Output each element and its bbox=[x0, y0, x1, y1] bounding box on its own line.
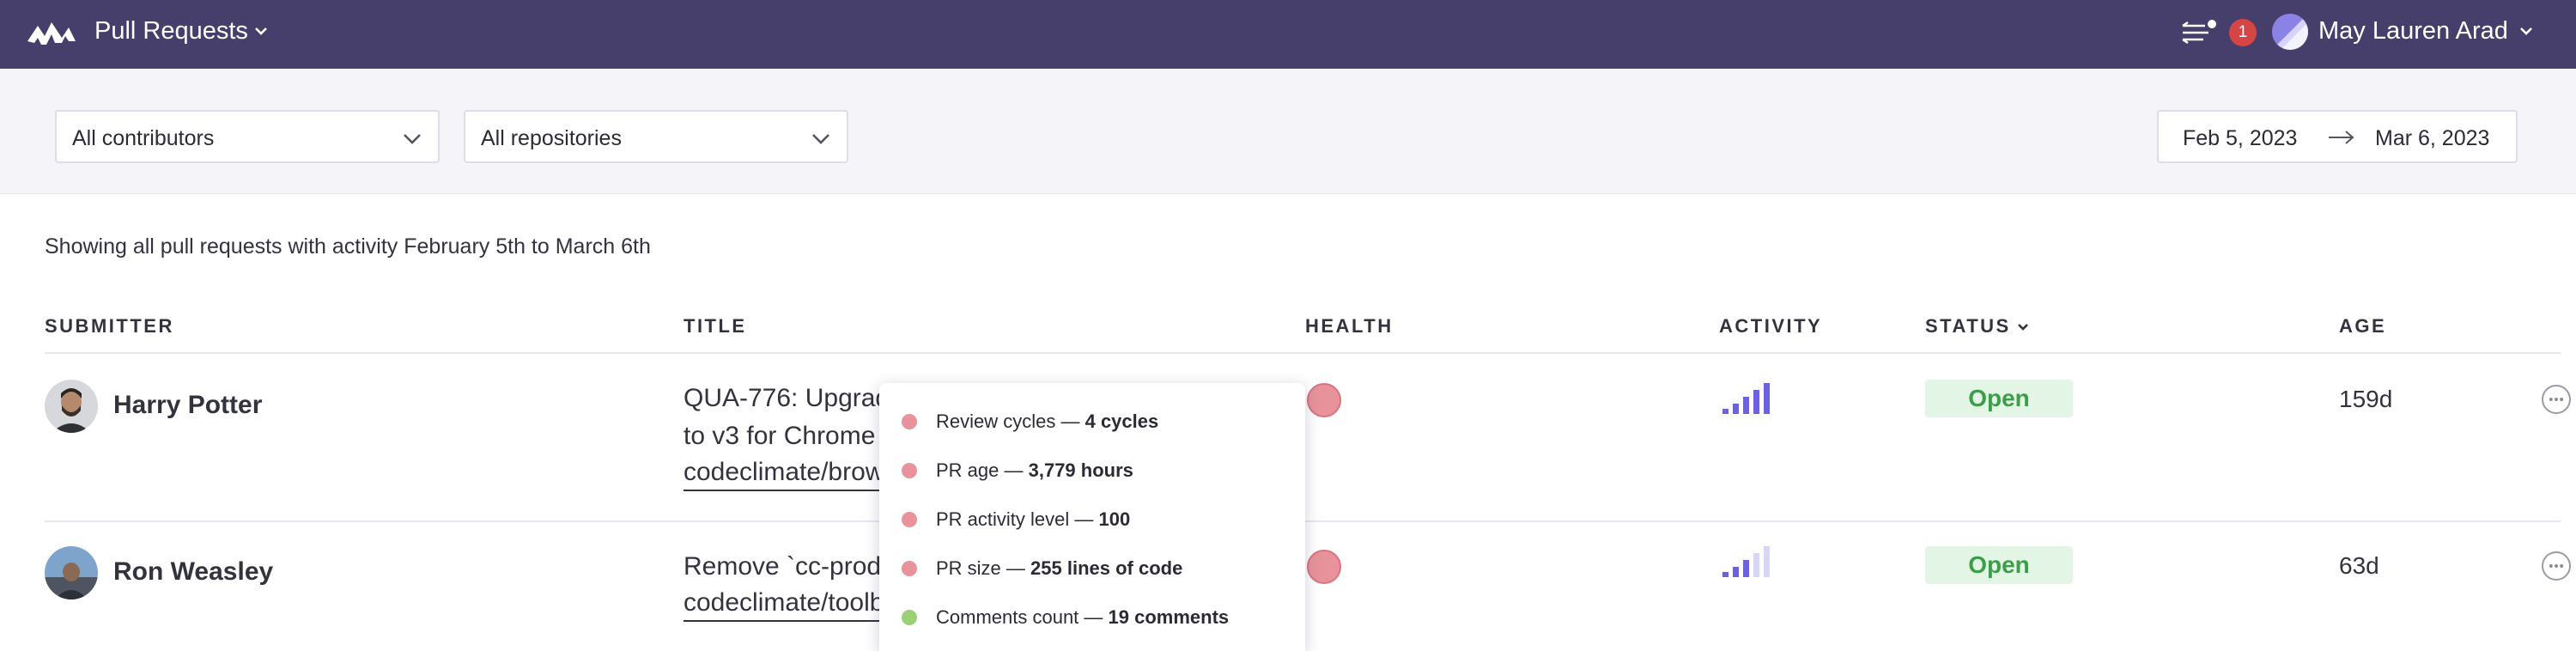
pr-age: 159d bbox=[2339, 386, 2393, 412]
tooltip-value: 3,779 hours bbox=[1028, 459, 1133, 481]
status-badge: Open bbox=[1925, 380, 2073, 417]
notifications-icon[interactable] bbox=[2179, 17, 2217, 48]
pr-repo-link[interactable]: codeclimate/browser bbox=[683, 455, 881, 491]
column-header-health[interactable]: HEALTH bbox=[1305, 314, 1394, 338]
status-dot-icon bbox=[902, 414, 917, 429]
date-range-picker[interactable]: Feb 5, 2023 Mar 6, 2023 bbox=[2157, 110, 2518, 163]
code-climate-logo-icon[interactable] bbox=[26, 15, 77, 46]
status-dot-icon bbox=[902, 463, 917, 478]
date-to[interactable]: Mar 6, 2023 bbox=[2375, 125, 2489, 151]
tooltip-label: Review cycles — bbox=[936, 411, 1085, 432]
submitter-photo-icon bbox=[45, 380, 98, 433]
arrow-right-icon bbox=[2329, 131, 2354, 144]
submitter-name[interactable]: Harry Potter bbox=[113, 390, 262, 421]
chevron-down-icon bbox=[2017, 324, 2028, 332]
top-bar: Pull Requests 1 May Lauren Arad bbox=[0, 0, 2576, 69]
user-name[interactable]: May Lauren Arad bbox=[2318, 15, 2508, 46]
activity-bars-icon bbox=[1722, 383, 1770, 414]
status-dot-icon bbox=[902, 561, 917, 576]
user-avatar[interactable] bbox=[2272, 14, 2308, 50]
tooltip-value: 100 bbox=[1098, 508, 1131, 530]
pr-title-line[interactable]: QUA-776: Upgrade bbox=[683, 380, 881, 417]
repositories-select[interactable]: All repositories bbox=[464, 110, 848, 163]
status-badge: Open bbox=[1925, 546, 2073, 584]
status-dot-icon bbox=[902, 610, 917, 625]
pr-repo-link[interactable]: codeclimate/toolbar bbox=[683, 586, 881, 622]
tooltip-value: 255 lines of code bbox=[1030, 557, 1183, 579]
health-indicator[interactable] bbox=[1307, 550, 1341, 584]
notification-count-badge[interactable]: 1 bbox=[2229, 19, 2257, 46]
activity-bars-icon bbox=[1722, 546, 1770, 577]
filter-bar: All contributors All repositories Feb 5,… bbox=[0, 69, 2576, 194]
submitter-photo-icon bbox=[45, 546, 98, 599]
column-header-activity[interactable]: ACTIVITY bbox=[1719, 314, 1822, 338]
date-from[interactable]: Feb 5, 2023 bbox=[2183, 125, 2297, 151]
status-dot-icon bbox=[902, 512, 917, 527]
health-tooltip: Review cycles — 4 cycles PR age — 3,779 … bbox=[879, 383, 1305, 651]
tooltip-label: PR size — bbox=[936, 557, 1031, 579]
health-indicator[interactable] bbox=[1307, 383, 1341, 417]
results-summary: Showing all pull requests with activity … bbox=[45, 234, 651, 259]
tooltip-label: Comments count — bbox=[936, 606, 1109, 628]
avatar bbox=[45, 546, 98, 599]
more-options-icon[interactable] bbox=[2542, 551, 2571, 581]
column-header-status-label: STATUS bbox=[1925, 315, 2011, 337]
more-options-icon[interactable] bbox=[2542, 385, 2571, 414]
tooltip-value: 4 cycles bbox=[1084, 411, 1159, 432]
column-header-submitter[interactable]: SUBMITTER bbox=[45, 314, 174, 338]
user-avatar-icon bbox=[2272, 14, 2308, 50]
submitter-name[interactable]: Ron Weasley bbox=[113, 557, 273, 587]
tooltip-label: PR activity level — bbox=[936, 508, 1099, 530]
contributors-select[interactable]: All contributors bbox=[55, 110, 440, 163]
tooltip-label: PR age — bbox=[936, 459, 1029, 481]
column-header-title[interactable]: TITLE bbox=[683, 314, 747, 338]
chevron-down-icon[interactable] bbox=[2518, 24, 2535, 38]
chevron-down-icon[interactable] bbox=[252, 24, 270, 38]
pr-title-line[interactable]: to v3 for Chrome bbox=[683, 417, 881, 455]
chevron-down-icon bbox=[404, 134, 421, 144]
pr-age: 63d bbox=[2339, 552, 2379, 579]
avatar bbox=[45, 380, 98, 433]
chevron-down-icon bbox=[812, 134, 829, 144]
repositories-select-value: All repositories bbox=[481, 126, 622, 150]
page-title[interactable]: Pull Requests bbox=[94, 15, 248, 46]
tooltip-value: 19 comments bbox=[1108, 606, 1230, 628]
column-header-age[interactable]: AGE bbox=[2339, 314, 2386, 338]
column-header-status[interactable]: STATUS bbox=[1925, 314, 2030, 338]
pr-title-line[interactable]: Remove `cc-production bbox=[683, 548, 881, 586]
contributors-select-value: All contributors bbox=[72, 126, 215, 150]
